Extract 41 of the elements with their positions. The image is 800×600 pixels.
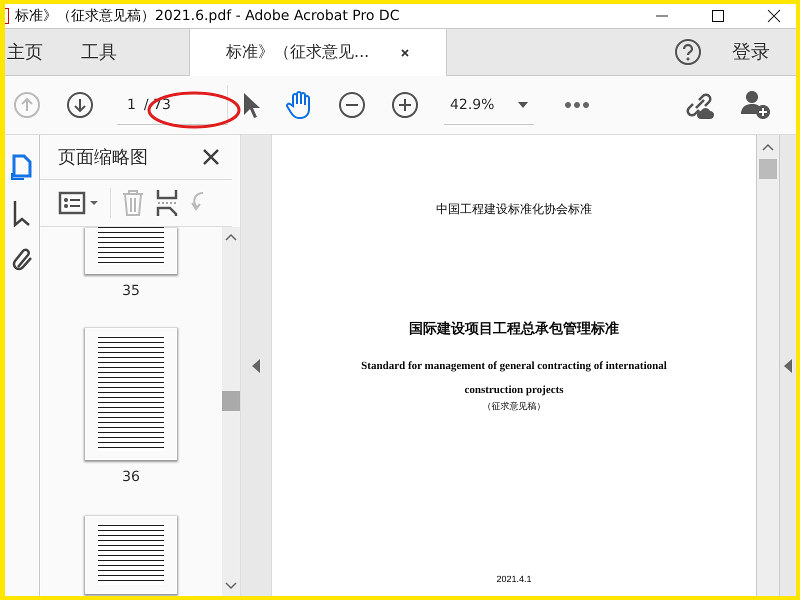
page-number-label: 36	[122, 469, 140, 485]
scroll-down-icon[interactable]	[225, 582, 237, 590]
scrollbar[interactable]	[756, 135, 779, 596]
panel-title: 页面缩略图	[58, 146, 148, 169]
bookmark-tool[interactable]	[12, 199, 32, 227]
expand-arrow-icon[interactable]	[784, 358, 792, 372]
collapse-arrow-icon[interactable]	[252, 358, 260, 372]
scrollbar-thumb[interactable]	[759, 159, 777, 179]
dropdown-caret-icon	[518, 102, 528, 108]
zoom-in-icon[interactable]	[391, 91, 419, 119]
maximize-icon[interactable]	[710, 8, 726, 24]
document-tab[interactable]: 标准》（征求意见...	[189, 29, 446, 76]
scrollbar[interactable]	[222, 227, 240, 596]
page-number-label: 35	[122, 283, 140, 299]
document-text: 中国工程建设标准化协会标准	[436, 201, 592, 218]
insert-page-icon[interactable]	[155, 189, 179, 217]
document-date: 2021.4.1	[496, 574, 532, 584]
close-icon[interactable]	[202, 148, 220, 166]
close-icon[interactable]	[766, 8, 782, 24]
document-text: Standard for management of general contracting of international	[361, 360, 667, 372]
add-person-icon[interactable]	[741, 90, 771, 120]
scrollbar-thumb[interactable]	[222, 391, 240, 411]
pdf-icon	[5, 8, 9, 24]
document-text: （征求意见稿）	[482, 400, 546, 413]
document-title: 国际建设项目工程总承包管理标准	[409, 320, 619, 338]
sign-in-link[interactable]: 登录	[732, 39, 770, 65]
help-icon[interactable]	[674, 38, 702, 66]
scroll-up-icon[interactable]	[225, 233, 237, 241]
nav-tab[interactable]: 主页	[7, 29, 59, 75]
scroll-up-icon[interactable]	[762, 143, 774, 151]
close-icon[interactable]	[399, 46, 412, 58]
nav-tab[interactable]: 工具	[81, 29, 133, 75]
window-title: 标准》（征求意见稿）2021.6.pdf - Adobe Acrobat Pro DC	[15, 7, 400, 25]
options-menu-icon[interactable]	[58, 191, 100, 215]
next-page-icon[interactable]	[66, 91, 94, 119]
zoom-dropdown[interactable]: 42.9%	[444, 85, 534, 125]
hand-icon[interactable]	[285, 90, 313, 120]
zoom-out-icon[interactable]	[338, 91, 366, 119]
more-icon[interactable]	[564, 101, 590, 109]
document-text: construction projects	[464, 384, 564, 396]
page-thumbnails-tool[interactable]	[11, 153, 33, 181]
